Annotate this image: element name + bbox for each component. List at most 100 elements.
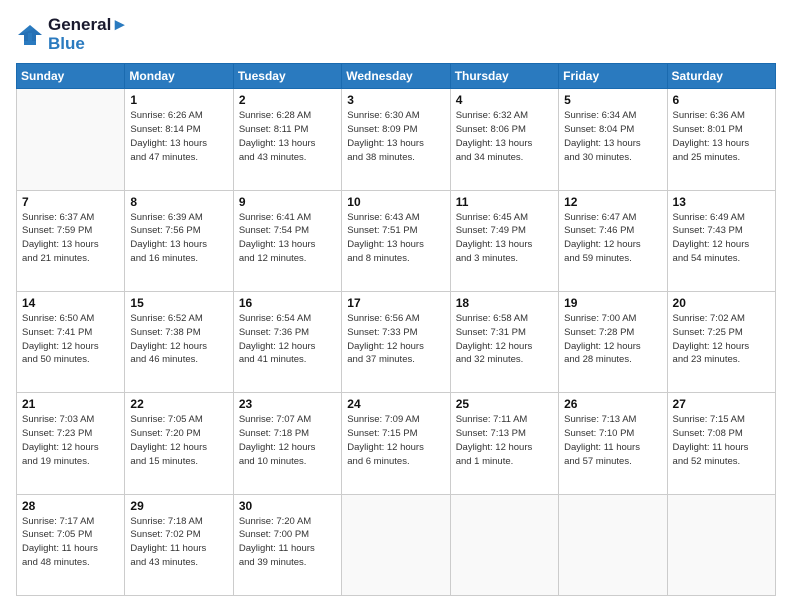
day-number: 9 (239, 195, 336, 209)
day-info: Sunrise: 7:20 AMSunset: 7:00 PMDaylight:… (239, 515, 336, 570)
logo-icon (16, 21, 44, 49)
calendar-cell: 30 Sunrise: 7:20 AMSunset: 7:00 PMDayligh… (233, 494, 341, 595)
day-info: Sunrise: 6:26 AMSunset: 8:14 PMDaylight:… (130, 109, 227, 164)
weekday-sunday: Sunday (17, 64, 125, 89)
day-info: Sunrise: 6:34 AMSunset: 8:04 PMDaylight:… (564, 109, 661, 164)
day-info: Sunrise: 6:58 AMSunset: 7:31 PMDaylight:… (456, 312, 553, 367)
day-number: 15 (130, 296, 227, 310)
day-info: Sunrise: 7:17 AMSunset: 7:05 PMDaylight:… (22, 515, 119, 570)
day-number: 11 (456, 195, 553, 209)
day-number: 10 (347, 195, 444, 209)
day-info: Sunrise: 6:32 AMSunset: 8:06 PMDaylight:… (456, 109, 553, 164)
calendar-cell (17, 89, 125, 190)
day-number: 8 (130, 195, 227, 209)
day-number: 3 (347, 93, 444, 107)
day-info: Sunrise: 6:54 AMSunset: 7:36 PMDaylight:… (239, 312, 336, 367)
day-info: Sunrise: 6:43 AMSunset: 7:51 PMDaylight:… (347, 211, 444, 266)
day-info: Sunrise: 7:13 AMSunset: 7:10 PMDaylight:… (564, 413, 661, 468)
week-row-2: 14 Sunrise: 6:50 AMSunset: 7:41 PMDayligh… (17, 292, 776, 393)
weekday-friday: Friday (559, 64, 667, 89)
day-number: 2 (239, 93, 336, 107)
day-info: Sunrise: 6:52 AMSunset: 7:38 PMDaylight:… (130, 312, 227, 367)
calendar-cell: 19 Sunrise: 7:00 AMSunset: 7:28 PMDayligh… (559, 292, 667, 393)
logo-text: General► Blue (48, 16, 128, 53)
day-info: Sunrise: 6:47 AMSunset: 7:46 PMDaylight:… (564, 211, 661, 266)
calendar-cell (450, 494, 558, 595)
calendar-cell: 24 Sunrise: 7:09 AMSunset: 7:15 PMDayligh… (342, 393, 450, 494)
calendar-cell (667, 494, 775, 595)
weekday-monday: Monday (125, 64, 233, 89)
day-info: Sunrise: 6:37 AMSunset: 7:59 PMDaylight:… (22, 211, 119, 266)
day-number: 4 (456, 93, 553, 107)
day-info: Sunrise: 7:03 AMSunset: 7:23 PMDaylight:… (22, 413, 119, 468)
day-number: 22 (130, 397, 227, 411)
day-info: Sunrise: 6:49 AMSunset: 7:43 PMDaylight:… (673, 211, 770, 266)
day-number: 17 (347, 296, 444, 310)
calendar-cell: 7 Sunrise: 6:37 AMSunset: 7:59 PMDaylight… (17, 190, 125, 291)
day-info: Sunrise: 7:15 AMSunset: 7:08 PMDaylight:… (673, 413, 770, 468)
day-info: Sunrise: 7:18 AMSunset: 7:02 PMDaylight:… (130, 515, 227, 570)
day-number: 13 (673, 195, 770, 209)
calendar-cell: 5 Sunrise: 6:34 AMSunset: 8:04 PMDaylight… (559, 89, 667, 190)
day-info: Sunrise: 6:50 AMSunset: 7:41 PMDaylight:… (22, 312, 119, 367)
day-number: 5 (564, 93, 661, 107)
day-info: Sunrise: 7:11 AMSunset: 7:13 PMDaylight:… (456, 413, 553, 468)
day-number: 20 (673, 296, 770, 310)
calendar-cell: 25 Sunrise: 7:11 AMSunset: 7:13 PMDayligh… (450, 393, 558, 494)
week-row-3: 21 Sunrise: 7:03 AMSunset: 7:23 PMDayligh… (17, 393, 776, 494)
calendar-cell: 12 Sunrise: 6:47 AMSunset: 7:46 PMDayligh… (559, 190, 667, 291)
header: General► Blue (16, 16, 776, 53)
day-number: 6 (673, 93, 770, 107)
day-info: Sunrise: 6:39 AMSunset: 7:56 PMDaylight:… (130, 211, 227, 266)
calendar-cell: 26 Sunrise: 7:13 AMSunset: 7:10 PMDayligh… (559, 393, 667, 494)
day-number: 26 (564, 397, 661, 411)
calendar-cell (342, 494, 450, 595)
calendar-cell: 8 Sunrise: 6:39 AMSunset: 7:56 PMDaylight… (125, 190, 233, 291)
day-number: 28 (22, 499, 119, 513)
calendar-cell: 6 Sunrise: 6:36 AMSunset: 8:01 PMDaylight… (667, 89, 775, 190)
calendar-cell (559, 494, 667, 595)
day-number: 18 (456, 296, 553, 310)
day-info: Sunrise: 6:45 AMSunset: 7:49 PMDaylight:… (456, 211, 553, 266)
calendar-cell: 4 Sunrise: 6:32 AMSunset: 8:06 PMDaylight… (450, 89, 558, 190)
day-info: Sunrise: 7:02 AMSunset: 7:25 PMDaylight:… (673, 312, 770, 367)
calendar-cell: 18 Sunrise: 6:58 AMSunset: 7:31 PMDayligh… (450, 292, 558, 393)
day-number: 25 (456, 397, 553, 411)
calendar-cell: 27Sunrise: 7:15 AMSunset: 7:08 PMDayligh… (667, 393, 775, 494)
day-number: 1 (130, 93, 227, 107)
calendar-cell: 10 Sunrise: 6:43 AMSunset: 7:51 PMDayligh… (342, 190, 450, 291)
day-number: 16 (239, 296, 336, 310)
calendar-cell: 22 Sunrise: 7:05 AMSunset: 7:20 PMDayligh… (125, 393, 233, 494)
day-info: Sunrise: 7:09 AMSunset: 7:15 PMDaylight:… (347, 413, 444, 468)
calendar-cell: 28 Sunrise: 7:17 AMSunset: 7:05 PMDayligh… (17, 494, 125, 595)
calendar-cell: 14 Sunrise: 6:50 AMSunset: 7:41 PMDayligh… (17, 292, 125, 393)
day-info: Sunrise: 6:41 AMSunset: 7:54 PMDaylight:… (239, 211, 336, 266)
calendar-cell: 2Sunrise: 6:28 AMSunset: 8:11 PMDaylight… (233, 89, 341, 190)
page: General► Blue SundayMondayTuesdayWednesd… (0, 0, 792, 612)
weekday-header-row: SundayMondayTuesdayWednesdayThursdayFrid… (17, 64, 776, 89)
weekday-tuesday: Tuesday (233, 64, 341, 89)
day-number: 24 (347, 397, 444, 411)
day-number: 14 (22, 296, 119, 310)
calendar-cell: 17 Sunrise: 6:56 AMSunset: 7:33 PMDayligh… (342, 292, 450, 393)
calendar-cell: 20 Sunrise: 7:02 AMSunset: 7:25 PMDayligh… (667, 292, 775, 393)
weekday-thursday: Thursday (450, 64, 558, 89)
day-number: 7 (22, 195, 119, 209)
day-number: 30 (239, 499, 336, 513)
day-info: Sunrise: 6:36 AMSunset: 8:01 PMDaylight:… (673, 109, 770, 164)
calendar-cell: 11 Sunrise: 6:45 AMSunset: 7:49 PMDayligh… (450, 190, 558, 291)
day-number: 19 (564, 296, 661, 310)
day-info: Sunrise: 7:00 AMSunset: 7:28 PMDaylight:… (564, 312, 661, 367)
day-info: Sunrise: 7:05 AMSunset: 7:20 PMDaylight:… (130, 413, 227, 468)
day-number: 21 (22, 397, 119, 411)
calendar-cell: 1 Sunrise: 6:26 AMSunset: 8:14 PMDaylight… (125, 89, 233, 190)
calendar-cell: 23Sunrise: 7:07 AMSunset: 7:18 PMDayligh… (233, 393, 341, 494)
calendar-table: SundayMondayTuesdayWednesdayThursdayFrid… (16, 63, 776, 596)
weekday-wednesday: Wednesday (342, 64, 450, 89)
weekday-saturday: Saturday (667, 64, 775, 89)
day-number: 12 (564, 195, 661, 209)
calendar-cell: 15 Sunrise: 6:52 AMSunset: 7:38 PMDayligh… (125, 292, 233, 393)
day-info: Sunrise: 6:56 AMSunset: 7:33 PMDaylight:… (347, 312, 444, 367)
week-row-1: 7 Sunrise: 6:37 AMSunset: 7:59 PMDaylight… (17, 190, 776, 291)
calendar-cell: 16 Sunrise: 6:54 AMSunset: 7:36 PMDayligh… (233, 292, 341, 393)
